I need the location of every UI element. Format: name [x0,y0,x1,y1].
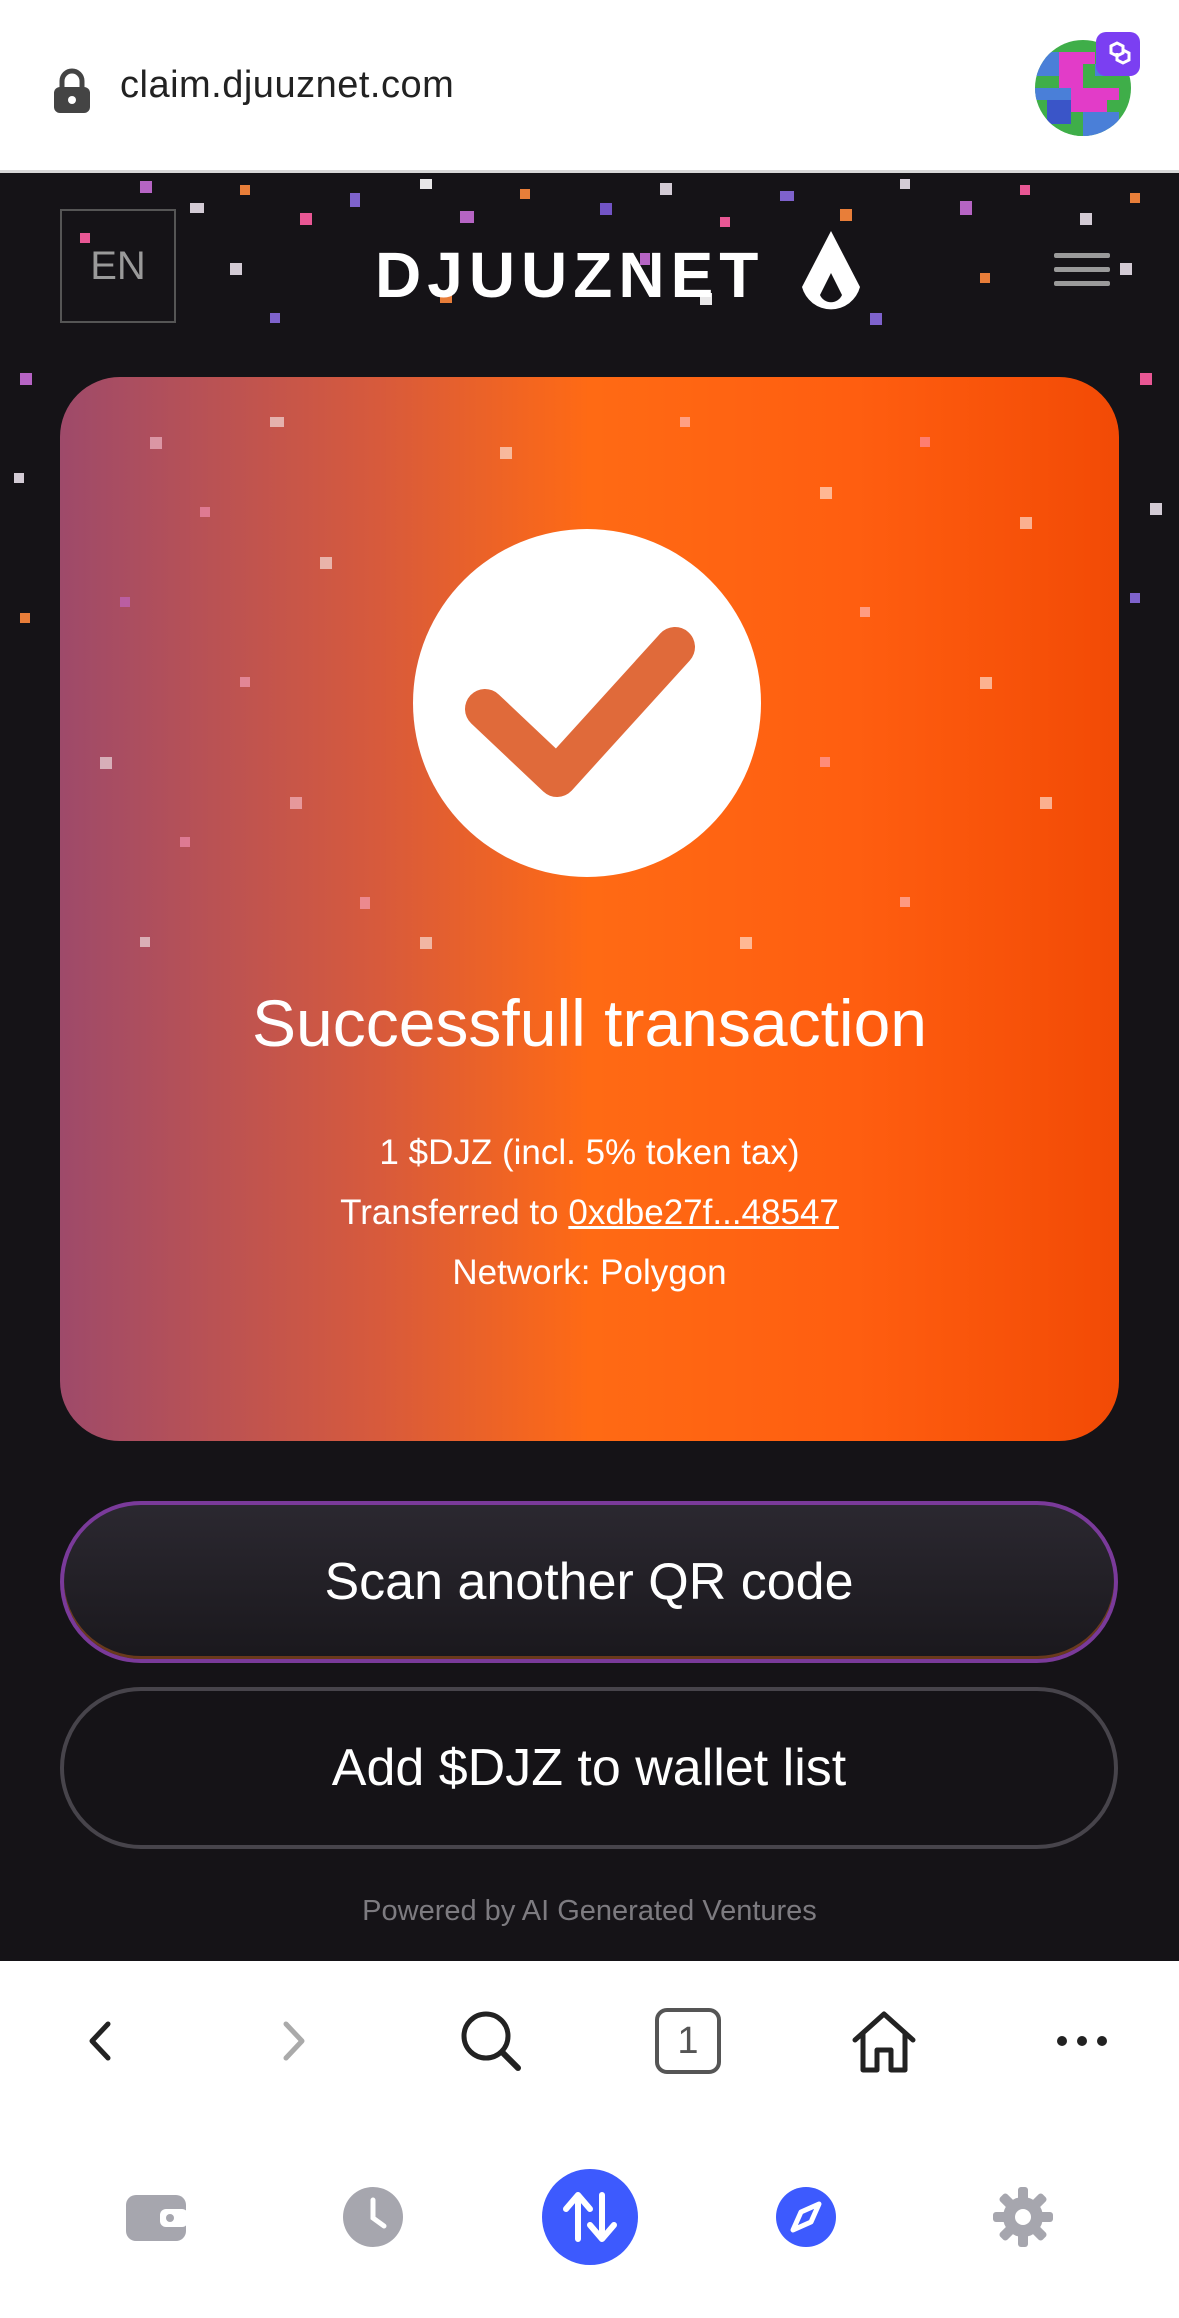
compass-icon [776,2187,836,2247]
more-horizontal-icon [1057,2036,1107,2046]
amount-text: 1 $DJZ (incl. 5% token tax) [379,1133,800,1172]
search-icon [461,2011,521,2071]
tab-browser[interactable] [756,2167,856,2267]
result-title: Successfull transaction [252,986,927,1060]
tabs-button[interactable]: 1 [648,2001,728,2081]
transaction-result-card: Successfull transaction 1 $DJZ (incl. 5%… [60,377,1119,1441]
scan-another-qr-button[interactable]: Scan another QR code [60,1501,1118,1663]
transfer-line: Transferred to 0xdbe27f...48547 [60,1193,1119,1233]
search-button[interactable] [451,2001,531,2081]
back-button[interactable] [60,2001,140,2081]
tab-count: 1 [677,2019,699,2062]
tabs-count-icon: 1 [655,2008,721,2074]
browser-url-bar[interactable]: claim.djuuznet.com [0,0,1179,173]
more-options-button[interactable] [1042,2001,1122,2081]
lock-icon [54,68,90,113]
site-logo[interactable]: DJUUZNET [375,231,868,315]
clock-icon [343,2187,403,2247]
chevron-left-icon [89,2021,111,2061]
recipient-address-link[interactable]: 0xdbe27f...48547 [568,1193,839,1232]
tab-history[interactable] [323,2167,423,2267]
language-selector[interactable]: EN [60,209,176,323]
tab-settings[interactable] [973,2167,1073,2267]
wallet-icon [126,2195,188,2241]
forward-button[interactable] [254,2001,334,2081]
flame-logo-icon [802,231,861,310]
hamburger-menu-icon[interactable] [1054,253,1110,293]
swap-arrows-icon [542,2169,638,2265]
add-token-to-wallet-button[interactable]: Add $DJZ to wallet list [60,1687,1118,1849]
brand-name: DJUUZNET [375,239,765,311]
tab-wallet[interactable] [106,2167,206,2267]
checkmark-icon [465,627,695,797]
web-page-content: EN DJUUZNET Successfull transaction 1 $D… [0,173,1179,1961]
polygon-network-badge [1096,32,1140,76]
browser-toolbar: 1 [0,1961,1179,2111]
wallet-tab-bar [0,2111,1179,2318]
powered-by-text: Powered by AI Generated Ventures [362,1895,817,1927]
polygon-icon [1109,41,1131,65]
transfer-prefix: Transferred to [340,1193,569,1232]
network-text: Network: Polygon [452,1253,727,1292]
chevron-right-icon [283,2021,305,2061]
tab-swap[interactable] [540,2167,640,2267]
home-button[interactable] [844,2001,924,2081]
success-check-badge [413,529,761,877]
home-icon [852,2011,916,2073]
gear-icon [993,2187,1053,2247]
url-text[interactable]: claim.djuuznet.com [120,64,454,107]
